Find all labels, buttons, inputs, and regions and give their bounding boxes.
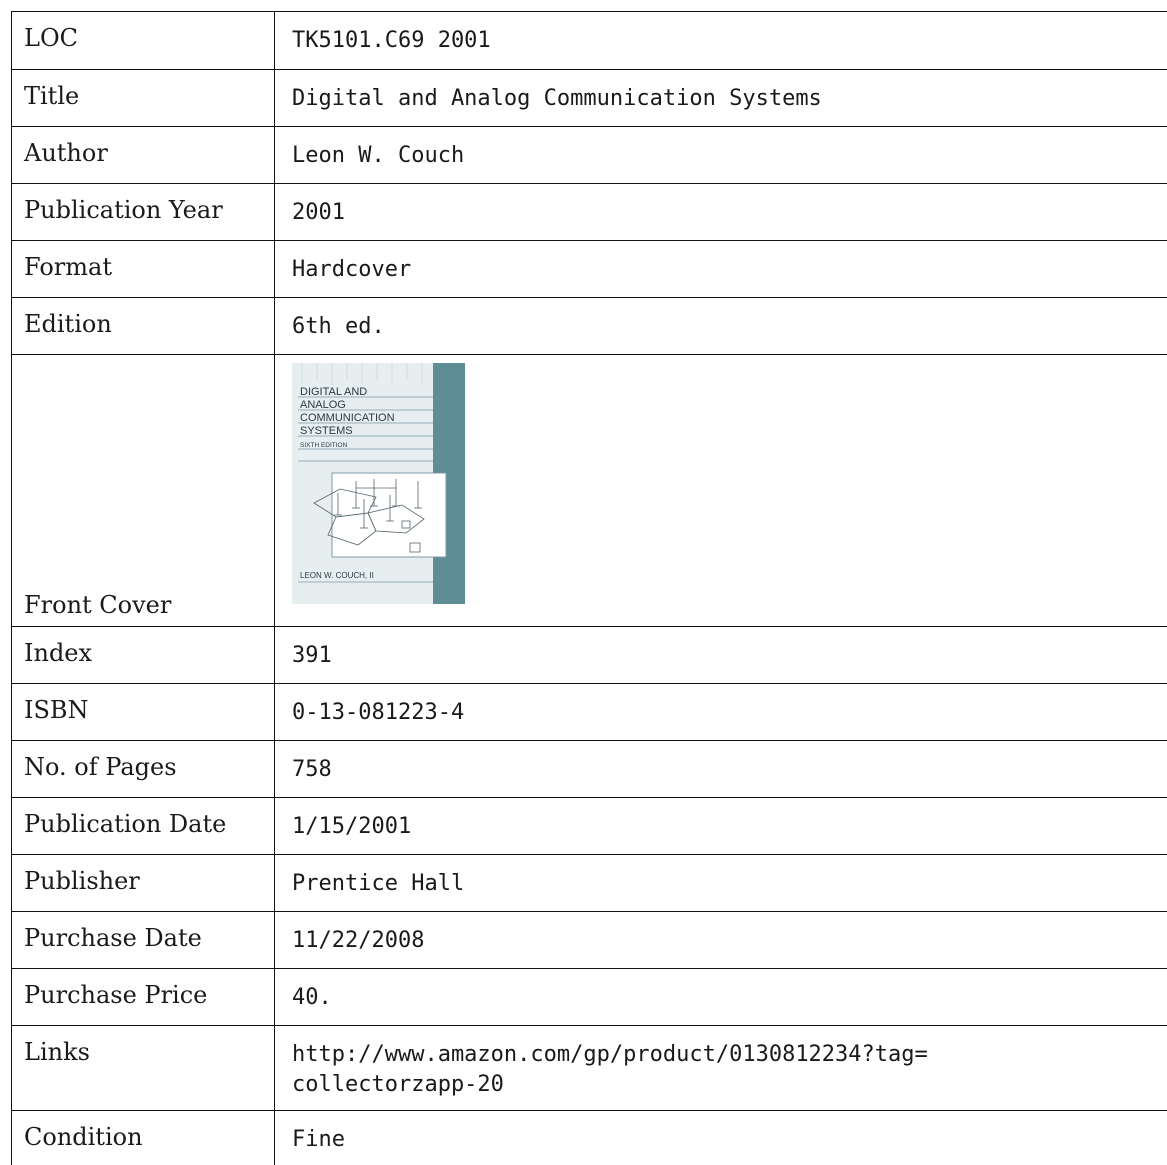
cover-author: LEON W. COUCH, II (300, 571, 374, 580)
row-isbn: ISBN 0-13-081223-4 (12, 684, 1167, 741)
row-value: 11/22/2008 (275, 912, 1167, 969)
row-label: Author (12, 127, 275, 184)
row-condition: Condition Fine (12, 1111, 1167, 1165)
row-value: Fine (275, 1111, 1167, 1165)
row-purchase-date: Purchase Date 11/22/2008 (12, 912, 1167, 969)
amazon-link[interactable]: http://www.amazon.com/gp/product/0130812… (292, 1040, 1167, 1100)
row-pages: No. of Pages 758 (12, 741, 1167, 798)
cover-edition: SIXTH EDITION (300, 442, 348, 449)
row-loc: LOC TK5101.C69 2001 (12, 12, 1167, 70)
row-label: Purchase Price (12, 969, 275, 1026)
links-value: http://www.amazon.com/gp/product/0130812… (275, 1026, 1167, 1111)
row-value: 0-13-081223-4 (275, 684, 1167, 741)
row-value: 40. (275, 969, 1167, 1026)
row-value: 758 (275, 741, 1167, 798)
row-label: Links (12, 1026, 275, 1111)
row-publication-year: Publication Year 2001 (12, 184, 1167, 241)
row-purchase-price: Purchase Price 40. (12, 969, 1167, 1026)
row-label: Format (12, 241, 275, 298)
row-label: Purchase Date (12, 912, 275, 969)
row-label: Publication Year (12, 184, 275, 241)
link-line-1: http://www.amazon.com/gp/product/0130812… (292, 1042, 928, 1067)
row-value: Leon W. Couch (275, 127, 1167, 184)
row-publisher: Publisher Prentice Hall (12, 855, 1167, 912)
cover-cell: DIGITAL AND ANALOG COMMUNICATION SYSTEMS… (275, 355, 1167, 627)
row-index: Index 391 (12, 627, 1167, 684)
row-title: Title Digital and Analog Communication S… (12, 70, 1167, 127)
row-front-cover: Front Cover (12, 355, 1167, 627)
row-value: Digital and Analog Communication Systems (275, 70, 1167, 127)
cover-title-line-1: DIGITAL AND (300, 386, 367, 398)
row-value: 2001 (275, 184, 1167, 241)
row-label: Publisher (12, 855, 275, 912)
row-value: 391 (275, 627, 1167, 684)
row-label: Edition (12, 298, 275, 355)
book-record-table: LOC TK5101.C69 2001 Title Digital and An… (11, 11, 1167, 1165)
row-value: 6th ed. (275, 298, 1167, 355)
row-label: ISBN (12, 684, 275, 741)
row-label: LOC (12, 12, 275, 70)
row-value: Hardcover (275, 241, 1167, 298)
row-links: Links http://www.amazon.com/gp/product/0… (12, 1026, 1167, 1111)
cover-title-line-2: ANALOG (300, 399, 346, 411)
row-author: Author Leon W. Couch (12, 127, 1167, 184)
row-label: Title (12, 70, 275, 127)
row-value: 1/15/2001 (275, 798, 1167, 855)
link-line-2: collectorzapp-20 (292, 1072, 504, 1097)
cover-title-line-3: COMMUNICATION (300, 412, 395, 424)
row-label: Publication Date (12, 798, 275, 855)
front-cover-image: DIGITAL AND ANALOG COMMUNICATION SYSTEMS… (292, 363, 465, 604)
row-format: Format Hardcover (12, 241, 1167, 298)
row-label: Front Cover (12, 355, 275, 627)
row-edition: Edition 6th ed. (12, 298, 1167, 355)
cover-title-line-4: SYSTEMS (300, 425, 353, 437)
row-label: No. of Pages (12, 741, 275, 798)
row-label: Condition (12, 1111, 275, 1165)
row-publication-date: Publication Date 1/15/2001 (12, 798, 1167, 855)
row-value: TK5101.C69 2001 (275, 12, 1167, 70)
row-label: Index (12, 627, 275, 684)
row-value: Prentice Hall (275, 855, 1167, 912)
